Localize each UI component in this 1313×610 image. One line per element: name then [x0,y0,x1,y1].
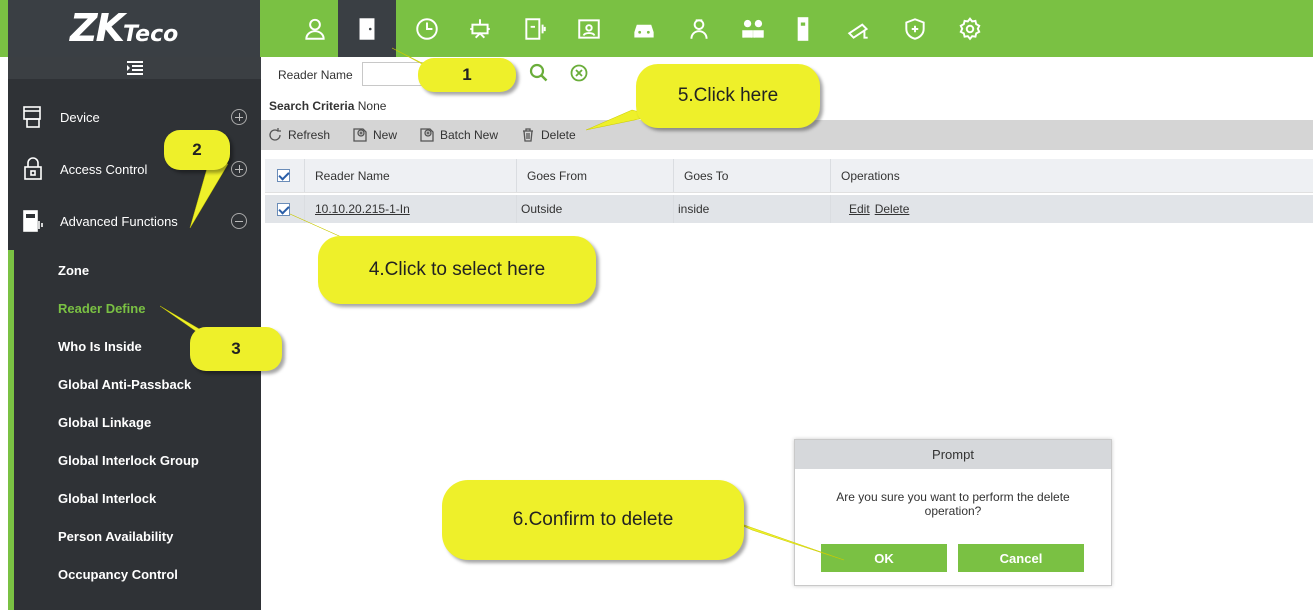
personnel-icon[interactable] [292,0,338,57]
cancel-button[interactable]: Cancel [958,544,1084,572]
column-header-goes-to[interactable]: Goes To [674,159,831,192]
row-checkbox[interactable] [277,202,290,216]
sidebar-item-zone[interactable]: Zone [58,263,258,283]
attendance-clock-icon[interactable] [404,0,450,57]
sidebar-item-global-anti-passback[interactable]: Global Anti-Passback [58,377,258,397]
batch-new-button[interactable]: Batch New [419,120,498,150]
video-camera-icon[interactable] [836,0,882,57]
callout-step-6: 6.Confirm to delete [442,480,744,560]
sidebar-item-global-interlock[interactable]: Global Interlock [58,491,258,511]
callout-step-5: 5.Click here [636,64,820,128]
row-checkbox-cell[interactable] [265,195,305,223]
security-shield-icon[interactable] [892,0,938,57]
expand-plus-icon[interactable] [231,109,247,125]
select-all-checkbox[interactable] [277,169,290,182]
column-header-reader-name[interactable]: Reader Name [305,159,517,192]
select-all-checkbox-cell[interactable] [265,159,305,192]
new-label: New [373,128,398,142]
submenu-accent-bar [8,250,14,610]
table-header: Reader Name Goes From Goes To Operations [265,159,1313,193]
clear-search-icon[interactable] [569,63,589,86]
search-criteria-label: Search Criteria [269,99,355,113]
delete-link[interactable]: Delete [875,202,910,216]
delete-button[interactable]: Delete [520,120,576,150]
collapse-menu-icon [126,61,143,75]
logo: ZKTeco [8,0,260,57]
new-document-icon [353,128,367,142]
refresh-icon [269,128,281,141]
logo-main-text: ZK [70,6,125,50]
column-header-operations: Operations [841,168,900,183]
sidebar-item-occupancy-control[interactable]: Occupancy Control [58,567,258,587]
operations-cell: Edit Delete [831,195,1313,223]
search-criteria-value: None [357,99,387,113]
refresh-label: Refresh [288,128,331,142]
trash-icon [523,128,533,142]
meeting-people-icon[interactable] [730,0,776,57]
sidebar-item-reader-define[interactable]: Reader Define [58,301,258,321]
batch-new-icon [420,128,434,142]
dialog-message: Are you sure you want to perform the del… [836,490,1070,518]
elevator-icon[interactable] [457,0,503,57]
collapse-minus-icon[interactable] [231,213,247,229]
callout-step-1: 1 [418,58,516,92]
reader-name-link[interactable]: 10.10.20.215-1-In [315,202,410,216]
table-row[interactable]: 10.10.20.215-1-In Outside inside Edit De… [265,195,1313,223]
callout-step-3: 3 [190,327,282,371]
search-icon[interactable] [529,63,549,86]
main-content: Reader Name Search Criteria None Refresh… [261,57,1313,610]
settings-gear-icon[interactable] [947,0,993,57]
visitor-icon[interactable] [566,0,612,57]
new-button[interactable]: New [352,120,397,150]
column-header-goes-from[interactable]: Goes From [517,159,674,192]
callout-step-4: 4.Click to select here [318,236,596,304]
advanced-functions-icon [22,209,52,233]
delete-confirm-dialog: Prompt Are you sure you want to perform … [794,439,1112,586]
search-criteria: Search Criteria None [269,99,386,113]
delete-label: Delete [541,128,576,142]
sidebar-group-advanced-functions[interactable]: Advanced Functions [8,195,261,247]
locker-icon[interactable] [780,0,826,57]
sidebar-item-global-interlock-group[interactable]: Global Interlock Group [58,453,258,473]
sidebar-group-label: Advanced Functions [60,213,178,229]
dialog-title: Prompt [795,440,1111,469]
logo-sub-text: Teco [123,22,179,47]
callout-step-2: 2 [164,130,230,170]
sidebar-collapse-button[interactable] [8,57,261,79]
edit-link[interactable]: Edit [849,202,870,216]
access-door-icon[interactable] [338,0,396,57]
time-attendance-icon[interactable] [512,0,558,57]
batch-new-label: Batch New [440,128,499,142]
sidebar-item-person-availability[interactable]: Person Availability [58,529,258,549]
goes-from-cell: Outside [517,195,674,223]
refresh-button[interactable]: Refresh [267,120,330,150]
patrol-guard-icon[interactable] [676,0,722,57]
sidebar-group-label: Device [60,109,100,125]
parking-car-icon[interactable] [621,0,667,57]
device-icon [22,105,52,129]
top-navigation-bar: ZKTeco [0,0,1313,57]
ok-button[interactable]: OK [821,544,947,572]
sidebar-item-global-linkage[interactable]: Global Linkage [58,415,258,435]
padlock-icon [22,157,52,181]
search-label: Reader Name [278,68,353,82]
expand-plus-icon[interactable] [231,161,247,177]
goes-to-cell: inside [674,195,831,223]
